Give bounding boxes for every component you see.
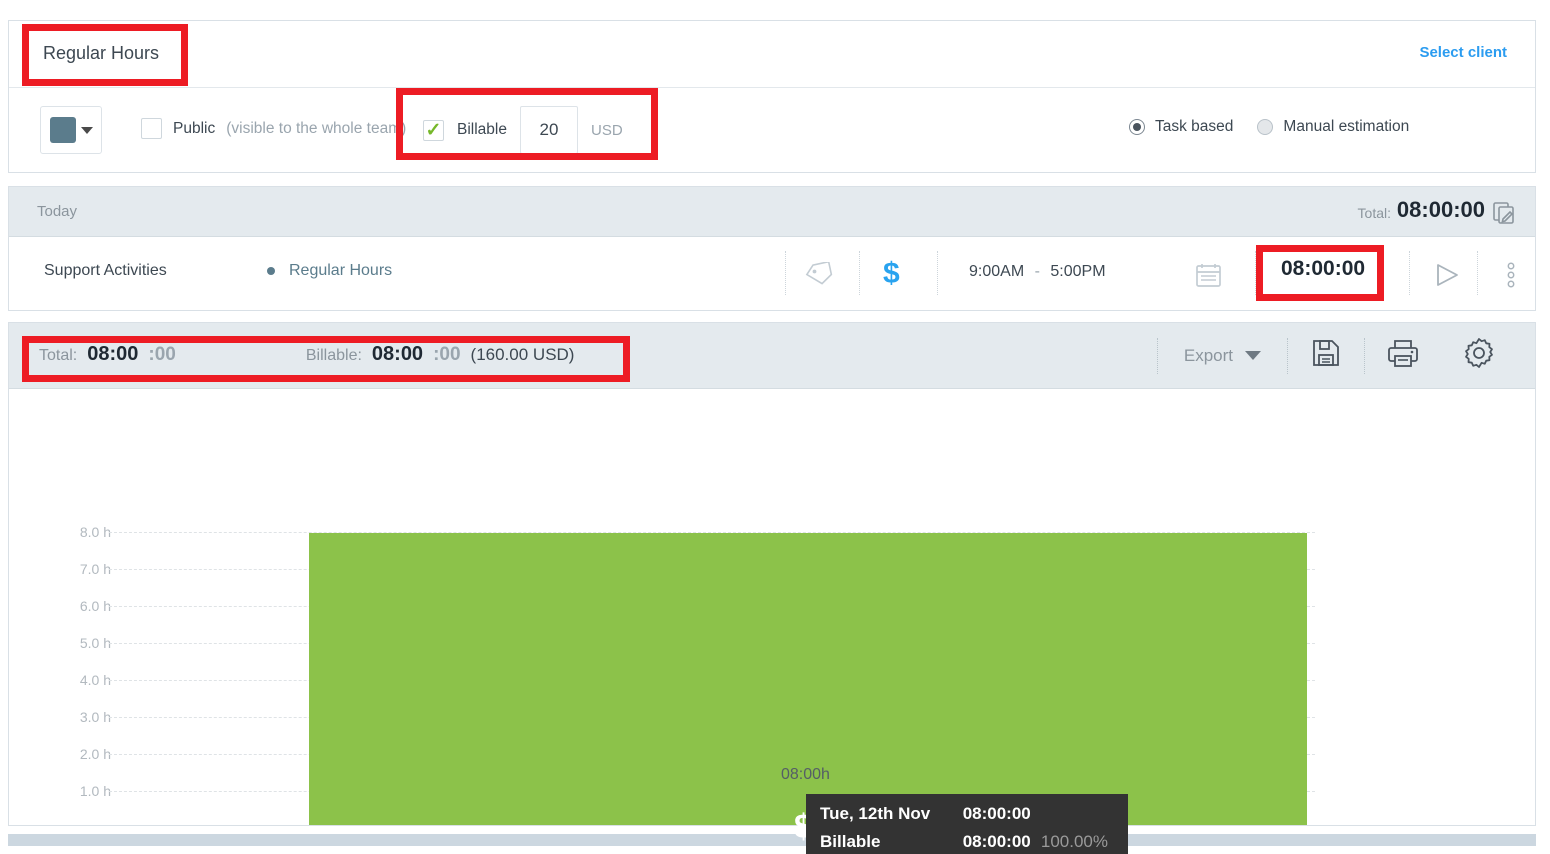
chevron-down-icon [80,126,93,134]
page-title: Regular Hours [43,43,160,63]
dollar-icon[interactable]: $ [883,259,900,289]
tooltip-row-total: Tue, 12th Nov 08:00:00 [820,804,1108,832]
settings-button[interactable] [1441,323,1517,388]
divider [1477,251,1478,295]
y-axis-tick: 5.0 h [79,635,111,651]
public-label: Public [173,119,216,137]
report-billable-ss: :00 [433,344,461,365]
hourly-rate-input[interactable]: 20 [519,106,578,154]
divider [937,251,938,295]
billable-label: Billable [457,121,507,138]
y-axis-tick: 6.0 h [79,598,111,614]
calendar-icon[interactable] [1195,262,1222,293]
report-billable-amount: (160.00 USD) [470,345,575,364]
radio-task-based[interactable] [1129,119,1145,135]
billable-group: ✓ Billable 20 USD [423,106,623,154]
play-icon[interactable] [1433,262,1461,293]
select-client-link[interactable]: Select client [1419,44,1507,61]
entry-duration[interactable]: 08:00:00 [1281,257,1365,281]
estimation-group: Task based Manual estimation [1129,118,1423,136]
project-color-dot [267,267,275,275]
footer-strip [8,834,1536,846]
report-totals: Total: 08:00 :00 Billable: 08:00 :00 (160.… [39,343,574,366]
chevron-down-icon [1245,351,1261,360]
tooltip-date-value: 08:00:00 [962,804,1031,823]
export-button[interactable]: Export [1158,323,1287,388]
color-swatch [49,117,76,143]
printer-icon [1387,338,1419,373]
report-actions: Export [1156,323,1517,388]
currency-label: USD [590,121,623,139]
radio-manual-estimation[interactable] [1257,119,1274,135]
entry-task-name[interactable]: Support Activities [44,262,167,280]
save-disk-icon [1311,338,1341,373]
chart-tooltip: Tue, 12th Nov 08:00:00 Billable 08:00:00… [806,794,1128,854]
entry-time-range[interactable]: 9:00AM - 5:00PM [969,263,1106,281]
task-details-card: Regular Hours Select client Public (visi… [8,20,1536,235]
task-based-label: Task based [1155,118,1234,135]
y-axis-tick: 4.0 h [79,672,111,688]
task-card-body: Public (visible to the whole team) ✓ Bil… [9,88,1535,235]
manual-estimation-label: Manual estimation [1283,118,1410,135]
day-label: Today [37,203,78,220]
report-total-label: Total: [39,347,78,364]
public-note: (visible to the whole team) [226,119,407,137]
save-button[interactable] [1288,323,1364,388]
duplicate-entry-icon[interactable] [1491,200,1517,231]
tooltip-billable-label: Billable [820,832,881,851]
check-icon: ✓ [425,119,442,141]
entry-project: Regular Hours [267,262,392,280]
table-row: Support Activities Regular Hours $ 9:00A… [9,237,1535,309]
billable-checkbox[interactable]: ✓ [423,119,444,141]
divider [785,251,786,295]
report-chart: 8.0 h 7.0 h 6.0 h 5.0 h 4.0 h 3.0 h 2.0 … [9,389,1535,825]
bar-value-label: 08:00h [781,766,830,783]
tooltip-billable-value: 08:00:00 [962,832,1031,851]
color-picker-dropdown[interactable] [40,106,102,154]
report-total-hm: 08:00 [87,343,139,365]
day-header: Today Total: 08:00:00 [9,187,1535,237]
y-axis-tick: 3.0 h [79,709,111,725]
tooltip-billable-percent: 100.00% [1040,832,1108,851]
print-button[interactable] [1365,323,1441,388]
time-range-dash: - [1034,263,1040,280]
y-axis-tick: 2.0 h [79,746,111,762]
gear-icon [1463,337,1495,374]
entry-project-name[interactable]: Regular Hours [289,262,392,280]
tooltip-row-billable: Billable 08:00:00 100.00% [820,832,1108,854]
export-label: Export [1183,345,1233,365]
tooltip-date-label: Tue, 12th Nov [820,804,931,823]
y-axis-tick: 7.0 h [79,561,111,577]
public-visibility-group: Public (visible to the whole team) [141,118,406,139]
public-checkbox[interactable] [141,118,162,139]
y-axis-tick: 8.0 h [79,524,111,540]
tag-icon[interactable] [804,260,836,291]
divider [859,251,860,295]
task-card-header: Regular Hours Select client [9,21,1535,88]
entry-end-time: 5:00PM [1050,263,1106,280]
time-tracking-page: Regular Hours Select client Public (visi… [0,0,1550,854]
time-entries-card: Today Total: 08:00:00 Support Activities… [8,186,1536,311]
day-total-value: 08:00:00 [1396,197,1485,222]
report-billable-label: Billable: [305,347,362,364]
kebab-menu-icon[interactable] [1503,262,1519,293]
report-total-ss: :00 [148,344,176,365]
report-card: Total: 08:00:00 Billable: 08:00:00 (160.… [8,322,1536,854]
report-toolbar: Total: 08:00 :00 Billable: 08:00 :00 (160.… [9,323,1535,389]
entry-start-time: 9:00AM [969,263,1025,280]
report-billable-hm: 08:00 [371,343,424,365]
day-total-label: Total: [1357,205,1391,221]
divider [1409,251,1410,295]
y-axis-tick: 1.0 h [79,783,111,799]
divider [1255,251,1256,295]
